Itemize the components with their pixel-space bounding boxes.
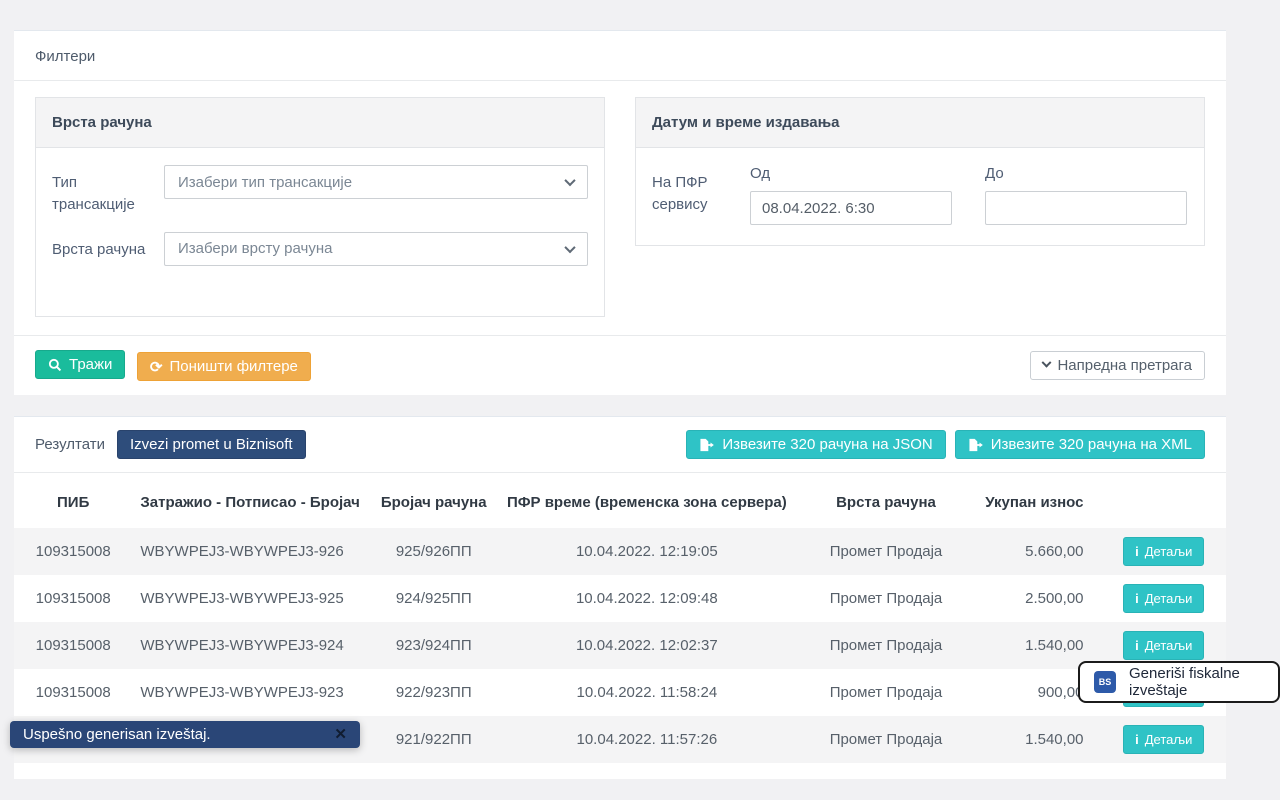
cell-time: 10.04.2022. 12:09:48 — [499, 575, 795, 622]
transaction-type-placeholder: Изабери тип трансакције — [178, 174, 352, 191]
details-button[interactable]: iДетаљи — [1123, 725, 1204, 754]
advanced-search-label: Напредна претрага — [1057, 357, 1192, 374]
date-to-input[interactable] — [985, 191, 1187, 225]
search-button[interactable]: Тражи — [35, 350, 125, 379]
results-title: Резултати — [35, 436, 105, 453]
invoice-type-panel: Врста рачуна Тип трансакције Изабери тип… — [35, 97, 605, 317]
info-icon: i — [1135, 638, 1139, 653]
advanced-search-button[interactable]: Напредна претрага — [1030, 351, 1205, 380]
details-button[interactable]: iДетаљи — [1123, 537, 1204, 566]
invoice-type-placeholder: Изабери врсту рачуна — [178, 240, 332, 257]
date-panel: Датум и време издавања На ПФР сервису Од… — [635, 97, 1205, 246]
cell-time: 10.04.2022. 12:19:05 — [499, 528, 795, 575]
chevron-down-icon — [564, 175, 575, 186]
invoice-type-label: Врста рачуна — [52, 232, 152, 266]
reset-filters-button[interactable]: ⟳ Поништи филтере — [137, 352, 311, 381]
info-icon: i — [1135, 732, 1139, 747]
filters-card: Филтери Врста рачуна Тип трансакције Иза… — [14, 30, 1226, 395]
cell-counter: 925/926ПП — [368, 528, 498, 575]
cell-signer: WBYWPEJ3-WBYWPEJ3-925 — [132, 575, 368, 622]
table-row: 109315008 WBYWPEJ3-WBYWPEJ3-924 923/924П… — [14, 622, 1226, 669]
filters-title: Филтери — [14, 31, 1226, 81]
cell-type: Промет Продаја — [795, 528, 977, 575]
date-from-input[interactable] — [750, 191, 952, 225]
cell-time: 10.04.2022. 12:02:37 — [499, 622, 795, 669]
invoice-type-select[interactable]: Изабери врсту рачуна — [164, 232, 588, 266]
cell-pib: 109315008 — [14, 575, 132, 622]
file-export-icon — [968, 438, 984, 452]
cell-type: Промет Продаја — [795, 622, 977, 669]
cell-amount: 2.500,00 — [977, 575, 1101, 622]
col-header-pib: ПИБ — [14, 473, 132, 528]
search-icon — [48, 358, 62, 372]
cell-amount: 5.660,00 — [977, 528, 1101, 575]
date-panel-title: Датум и време издавања — [636, 98, 1204, 148]
details-button[interactable]: iДетаљи — [1123, 631, 1204, 660]
cell-pib: 109315008 — [14, 622, 132, 669]
details-button[interactable]: iДетаљи — [1123, 584, 1204, 613]
generate-fiscal-reports-label: Generiši fiskalne izveštaje — [1129, 665, 1264, 699]
cell-type: Промет Продаја — [795, 575, 977, 622]
table-row: 109315008 WBYWPEJ3-WBYWPEJ3-925 924/925П… — [14, 575, 1226, 622]
cell-counter: 921/922ПП — [368, 716, 498, 763]
transaction-type-select[interactable]: Изабери тип трансакције — [164, 165, 588, 199]
date-from-label: Од — [750, 165, 952, 182]
results-header: Резултати Izvezi promet u Biznisoft Изве… — [14, 417, 1226, 473]
export-xml-label: Извезите 320 рачуна на XML — [991, 436, 1192, 453]
toast-message: Uspešno generisan izveštaj. — [23, 726, 211, 743]
export-json-button[interactable]: Извезите 320 рачуна на JSON — [686, 430, 945, 459]
col-header-amount: Укупан износ — [977, 473, 1101, 528]
cell-signer: WBYWPEJ3-WBYWPEJ3-926 — [132, 528, 368, 575]
table-header-row: ПИБ Затражио - Потписао - Бројач Бројач … — [14, 473, 1226, 528]
cell-type: Промет Продаја — [795, 716, 977, 763]
cell-signer: WBYWPEJ3-WBYWPEJ3-923 — [132, 669, 368, 716]
chevron-down-icon — [1042, 358, 1052, 368]
col-header-signer: Затражио - Потписао - Бројач — [132, 473, 368, 528]
cell-counter: 924/925ПП — [368, 575, 498, 622]
export-xml-button[interactable]: Извезите 320 рачуна на XML — [955, 430, 1205, 459]
bs-badge-icon: BS — [1094, 671, 1116, 693]
col-header-actions — [1102, 473, 1227, 528]
refresh-icon: ⟳ — [150, 358, 163, 376]
cell-counter: 922/923ПП — [368, 669, 498, 716]
export-json-label: Извезите 320 рачуна на JSON — [722, 436, 932, 453]
table-row: 109315008 WBYWPEJ3-WBYWPEJ3-926 925/926П… — [14, 528, 1226, 575]
biznisoft-export-button[interactable]: Izvezi promet u Biznisoft — [117, 430, 306, 459]
cell-time: 10.04.2022. 11:57:26 — [499, 716, 795, 763]
chevron-down-icon — [564, 241, 575, 252]
pfr-service-label: На ПФР сервису — [652, 165, 750, 225]
generate-fiscal-reports-button[interactable]: BS Generiši fiskalne izveštaje — [1078, 661, 1280, 703]
invoice-type-panel-title: Врста рачуна — [36, 98, 604, 148]
cell-counter: 923/924ПП — [368, 622, 498, 669]
file-export-icon — [699, 438, 715, 452]
info-icon: i — [1135, 544, 1139, 559]
close-icon[interactable]: ✕ — [334, 725, 347, 743]
search-button-label: Тражи — [69, 356, 112, 373]
cell-signer: WBYWPEJ3-WBYWPEJ3-924 — [132, 622, 368, 669]
col-header-counter: Бројач рачуна — [368, 473, 498, 528]
filters-footer: Тражи ⟳ Поништи филтере Напредна претраг… — [14, 335, 1226, 395]
cell-pib: 109315008 — [14, 669, 132, 716]
cell-type: Промет Продаја — [795, 669, 977, 716]
table-row: 109315008 WBYWPEJ3-WBYWPEJ3-923 922/923П… — [14, 669, 1226, 716]
reset-filters-label: Поништи филтере — [169, 358, 297, 375]
toast-notification: Uspešno generisan izveštaj. ✕ — [10, 721, 360, 748]
filters-body: Врста рачуна Тип трансакције Изабери тип… — [14, 81, 1226, 327]
col-header-type: Врста рачуна — [795, 473, 977, 528]
cell-time: 10.04.2022. 11:58:24 — [499, 669, 795, 716]
transaction-type-label: Тип трансакције — [52, 165, 152, 216]
col-header-time: ПФР време (временска зона сервера) — [499, 473, 795, 528]
date-to-label: До — [985, 165, 1187, 182]
cell-amount: 1.540,00 — [977, 716, 1101, 763]
cell-pib: 109315008 — [14, 528, 132, 575]
results-table: ПИБ Затражио - Потписао - Бројач Бројач … — [14, 473, 1226, 763]
info-icon: i — [1135, 591, 1139, 606]
